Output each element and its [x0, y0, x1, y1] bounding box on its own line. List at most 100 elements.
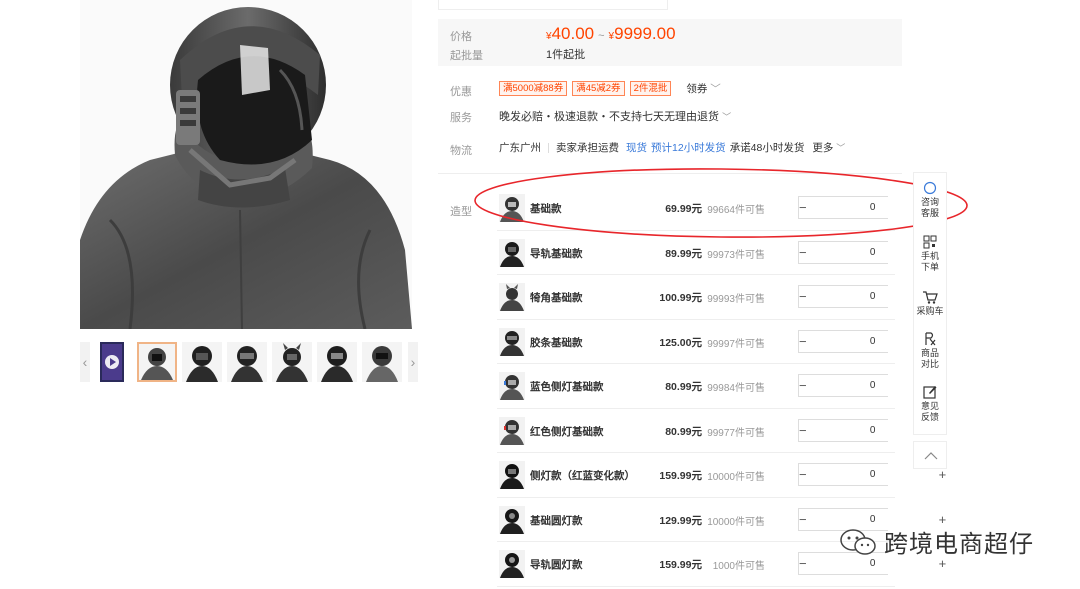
sku-row: 胶条基础款 125.00元 99997件可售 − +	[497, 320, 946, 364]
sku-price: 159.99元	[659, 559, 702, 571]
sku-thumb-image	[499, 194, 525, 222]
helmet-jacket-photo	[80, 0, 412, 329]
price-high: 9999.00	[614, 24, 676, 43]
helmet-thumb-image	[272, 342, 312, 382]
play-icon	[100, 342, 124, 382]
cart-icon	[923, 291, 938, 304]
increase-button[interactable]: +	[939, 553, 947, 574]
ship-eta: 预计12小时发货	[651, 142, 726, 154]
quantity-stepper: − +	[798, 374, 946, 397]
feedback-label-1: 意见	[920, 401, 939, 411]
coupon-tag[interactable]: 2件混批	[629, 81, 672, 96]
edit-icon	[923, 386, 937, 399]
quantity-input[interactable]	[806, 553, 939, 574]
decrease-button[interactable]: −	[799, 286, 807, 307]
decrease-button[interactable]: −	[799, 420, 807, 441]
thumbnail-6[interactable]	[362, 342, 402, 382]
sku-thumb-image	[499, 238, 525, 267]
sku-row: 导轨圆灯款 159.99元 1000件可售 − +	[497, 542, 946, 587]
get-coupon-label: 领券	[686, 83, 708, 95]
thumbnail-strip: ‹ ›	[80, 342, 422, 382]
qrcode-icon	[923, 235, 937, 249]
decrease-button[interactable]: −	[799, 375, 807, 396]
service-text: 晚发必赔・极速退款・不支持七天无理由退货	[499, 111, 719, 123]
sku-row: 导轨基础款 89.99元 99973件可售 − +	[497, 231, 946, 275]
sku-stock: 99973件可售	[707, 249, 765, 261]
compare-label-2: 对比	[920, 359, 939, 369]
price-separator: ~	[598, 30, 605, 42]
sku-list: 基础款 69.99元 99664件可售 − + 导轨基础款 89.99元 999…	[497, 186, 946, 587]
service-label: 服务	[450, 112, 472, 124]
min-qty-label: 起批量	[450, 50, 483, 62]
sku-row: 犄角基础款 100.99元 99993件可售 − +	[497, 275, 946, 320]
decrease-button[interactable]: −	[799, 509, 807, 530]
price-low: 40.00	[551, 24, 595, 43]
helmet-thumb-image	[362, 342, 402, 382]
cart-button[interactable]: 采购车	[914, 290, 946, 317]
thumbnail-2[interactable]	[182, 342, 222, 382]
service-info[interactable]: 晚发必赔・极速退款・不支持七天无理由退货 ﹀	[499, 108, 731, 124]
compare-button[interactable]: 商品 对比	[914, 332, 946, 370]
back-to-top-button[interactable]	[913, 441, 947, 469]
chevron-down-icon: ﹀	[722, 112, 732, 122]
sku-price: 159.99元	[659, 470, 702, 482]
sku-label: 造型	[450, 206, 472, 218]
coupon-tag[interactable]: 满5000减88券	[499, 81, 568, 96]
sku-price: 129.99元	[659, 514, 702, 527]
quantity-stepper: − +	[798, 552, 946, 575]
decrease-button[interactable]: −	[799, 197, 807, 218]
sku-name: 基础圆灯款	[530, 514, 583, 527]
consult-service-button[interactable]: 咨询 客服	[914, 181, 946, 219]
thumbnail-4[interactable]	[272, 342, 312, 382]
sku-stock: 99993件可售	[707, 294, 765, 305]
sku-name: 蓝色侧灯基础款	[530, 381, 604, 393]
thumbnail-video[interactable]	[100, 342, 124, 382]
feedback-button[interactable]: 意见 反馈	[914, 385, 946, 423]
ship-promise: 承诺48小时发货	[729, 142, 805, 154]
sku-name: 侧灯款（红蓝变化款）	[530, 470, 635, 482]
coupon-tag[interactable]: 满45减2券	[572, 81, 625, 96]
sku-stock: 10000件可售	[707, 516, 765, 528]
get-coupon-dropdown[interactable]: 领券 ﹀	[686, 81, 720, 96]
price-box: 价格 起批量 ¥40.00 ~ ¥9999.00 1件起批	[438, 19, 902, 66]
decrease-button[interactable]: −	[799, 464, 807, 485]
sku-price: 69.99元	[665, 203, 702, 215]
helmet-thumb-image	[227, 342, 267, 382]
sku-thumb-image	[499, 461, 525, 489]
compare-label-1: 商品	[920, 348, 939, 358]
quantity-stepper: − +	[798, 285, 946, 308]
cart-label: 采购车	[916, 306, 944, 316]
increase-button[interactable]: +	[939, 509, 947, 530]
logistics-more-dropdown[interactable]: 更多 ﹀	[812, 140, 845, 155]
divider	[548, 142, 549, 153]
stock-status: 现货	[626, 142, 647, 154]
sku-thumb-image	[499, 416, 525, 445]
mobile-order-button[interactable]: 手机 下单	[914, 235, 946, 273]
chevron-down-icon: ﹀	[710, 83, 721, 95]
sku-row: 红色侧灯基础款 80.99元 99977件可售 − +	[497, 409, 946, 453]
sku-name: 红色侧灯基础款	[530, 425, 604, 438]
decrease-button[interactable]: −	[799, 331, 807, 352]
decrease-button[interactable]: −	[799, 553, 807, 574]
decrease-button[interactable]: −	[799, 242, 807, 263]
quantity-stepper: − +	[798, 240, 946, 264]
sku-name: 犄角基础款	[530, 292, 583, 304]
main-product-image	[80, 0, 412, 329]
ship-origin: 广东广州	[499, 142, 541, 154]
helmet-thumb-image	[317, 342, 357, 382]
sku-thumb-image	[499, 327, 525, 356]
sku-stock: 99664件可售	[707, 205, 765, 216]
quantity-stepper: − +	[798, 463, 946, 486]
quantity-stepper: − +	[798, 196, 946, 219]
sku-row: 基础款 69.99元 99664件可售 − +	[497, 186, 946, 231]
thumbnail-5[interactable]	[317, 342, 357, 382]
promo-coupons: 满5000减88券 满45减2券 2件混批 领券 ﹀	[499, 81, 721, 96]
quantity-input[interactable]	[806, 508, 939, 530]
thumb-next-arrow[interactable]: ›	[408, 342, 418, 382]
thumb-prev-arrow[interactable]: ‹	[80, 342, 90, 382]
thumbnail-3[interactable]	[227, 342, 267, 382]
sku-price: 89.99元	[665, 247, 702, 260]
thumbnail-1[interactable]	[137, 342, 177, 382]
sku-thumb-image	[499, 283, 525, 311]
sku-price: 125.00元	[659, 336, 702, 349]
